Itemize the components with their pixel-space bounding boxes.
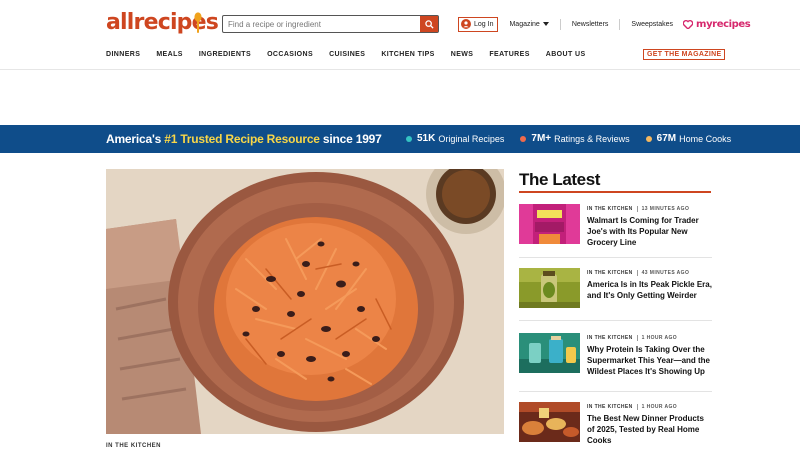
article-category[interactable]: IN THE KITCHEN <box>587 404 633 410</box>
pickle-jar-photo-icon <box>519 268 580 308</box>
article-meta: IN THE KITCHEN 1 HOUR AGO <box>587 404 677 410</box>
divider <box>559 18 561 30</box>
divider <box>636 404 638 410</box>
stat-number: 7M+ <box>531 133 552 144</box>
nav-item-news[interactable]: NEWS <box>451 51 474 58</box>
latest-article[interactable]: IN THE KITCHEN 13 MINUTES AGO Walmart Is… <box>519 204 712 264</box>
article-headline[interactable]: Why Protein Is Taking Over the Supermark… <box>587 344 713 377</box>
spoon-icon <box>194 12 202 33</box>
dot-icon <box>406 135 412 142</box>
nav-item-cuisines[interactable]: CUISINES <box>329 51 365 58</box>
trust-banner: America's #1 Trusted Recipe Resource sin… <box>0 125 800 153</box>
article-meta: IN THE KITCHEN 43 MINUTES AGO <box>587 270 689 276</box>
grocery-aisle-photo-icon <box>519 204 580 244</box>
banner-title-post: since 1997 <box>319 132 382 146</box>
latest-article[interactable]: IN THE KITCHEN 43 MINUTES AGO America Is… <box>519 268 712 328</box>
dinner-products-photo-icon <box>519 402 580 442</box>
article-meta: IN THE KITCHEN 13 MINUTES AGO <box>587 206 689 212</box>
article-time: 1 HOUR AGO <box>641 404 678 410</box>
stat-recipes: 51K Original Recipes <box>406 133 504 144</box>
nav-item-meals[interactable]: MEALS <box>156 51 183 58</box>
article-time: 43 MINUTES AGO <box>641 270 690 276</box>
nav-item-occasions[interactable]: OCCASIONS <box>267 51 313 58</box>
get-the-magazine-button[interactable]: GET THE MAGAZINE <box>643 49 726 60</box>
divider <box>519 391 712 392</box>
nav-item-about-us[interactable]: ABOUT US <box>546 51 586 58</box>
protein-products-photo-icon <box>519 333 580 373</box>
stat-label: Home Cooks <box>679 133 732 144</box>
user-icon <box>461 19 471 29</box>
search-icon <box>424 19 434 29</box>
search-input[interactable] <box>223 16 420 32</box>
article-category[interactable]: IN THE KITCHEN <box>587 206 633 212</box>
section-rule <box>519 191 711 193</box>
stat-ratings: 7M+ Ratings & Reviews <box>520 133 630 144</box>
article-thumbnail[interactable] <box>519 402 580 442</box>
sweepstakes-link[interactable]: Sweepstakes <box>631 21 673 28</box>
divider <box>619 18 621 30</box>
magazine-label: Magazine <box>509 20 540 28</box>
sweepstakes-label: Sweepstakes <box>631 20 674 28</box>
allrecipes-logo[interactable]: allrecipes <box>106 10 219 38</box>
search-button[interactable] <box>420 16 438 32</box>
banner-title-highlight: #1 Trusted Recipe Resource <box>164 132 320 146</box>
utility-links: Log In Magazine Newsletters Sweepstakes … <box>458 15 751 33</box>
banner-title-pre: America's <box>106 132 165 146</box>
stat-label: Original Recipes <box>438 133 505 144</box>
carrot-salad-photo-icon <box>106 169 504 434</box>
banner-stats: 51K Original Recipes 7M+ Ratings & Revie… <box>406 133 731 144</box>
hero-image[interactable] <box>106 169 504 434</box>
nav-item-dinners[interactable]: DINNERS <box>106 51 140 58</box>
latest-article[interactable]: IN THE KITCHEN 1 HOUR AGO The Best New D… <box>519 402 712 450</box>
stat-number: 67M <box>656 133 677 144</box>
myrecipes-label: myrecipes <box>696 18 751 30</box>
article-thumbnail[interactable] <box>519 333 580 373</box>
latest-article[interactable]: IN THE KITCHEN 1 HOUR AGO Why Protein Is… <box>519 333 712 393</box>
article-headline[interactable]: The Best New Dinner Products of 2025, Te… <box>587 413 713 446</box>
main-nav: DINNERS MEALS INGREDIENTS OCCASIONS CUIS… <box>106 51 602 58</box>
dot-icon <box>520 135 527 142</box>
login-button[interactable]: Log In <box>458 16 499 32</box>
magazine-dropdown[interactable]: Magazine <box>509 20 549 28</box>
article-headline[interactable]: America Is in Its Peak Pickle Era, and I… <box>587 279 713 301</box>
banner-title: America's #1 Trusted Recipe Resource sin… <box>106 132 382 146</box>
heart-icon <box>683 19 694 29</box>
divider <box>636 335 638 341</box>
article-meta: IN THE KITCHEN 1 HOUR AGO <box>587 335 677 341</box>
nav-item-features[interactable]: FEATURES <box>489 51 529 58</box>
nav-item-ingredients[interactable]: INGREDIENTS <box>199 51 251 58</box>
article-category[interactable]: IN THE KITCHEN <box>587 335 633 341</box>
divider <box>519 257 712 258</box>
divider <box>519 320 712 321</box>
article-thumbnail[interactable] <box>519 204 580 244</box>
login-label: Log In <box>474 20 494 28</box>
article-headline[interactable]: Walmart Is Coming for Trader Joe's with … <box>587 215 713 248</box>
divider <box>636 206 638 212</box>
hero-category-tag[interactable]: IN THE KITCHEN <box>106 443 161 449</box>
article-time: 1 HOUR AGO <box>641 335 678 341</box>
stat-home-cooks: 67M Home Cooks <box>645 133 732 144</box>
stat-label: Ratings & Reviews <box>554 133 630 144</box>
newsletters-link[interactable]: Newsletters <box>572 21 609 28</box>
chevron-down-icon <box>542 22 549 26</box>
divider <box>636 270 638 276</box>
dot-icon <box>645 135 652 142</box>
latest-section-title: The Latest <box>519 170 601 189</box>
article-category[interactable]: IN THE KITCHEN <box>587 270 633 276</box>
newsletters-label: Newsletters <box>571 20 609 28</box>
site-header: allrecipes Log In Magazine <box>0 0 800 70</box>
myrecipes-link[interactable]: myrecipes <box>683 18 751 30</box>
search-bar <box>222 15 439 33</box>
article-thumbnail[interactable] <box>519 268 580 308</box>
article-time: 13 MINUTES AGO <box>641 206 690 212</box>
stat-number: 51K <box>417 133 436 144</box>
nav-item-kitchen-tips[interactable]: KITCHEN TIPS <box>381 51 434 58</box>
